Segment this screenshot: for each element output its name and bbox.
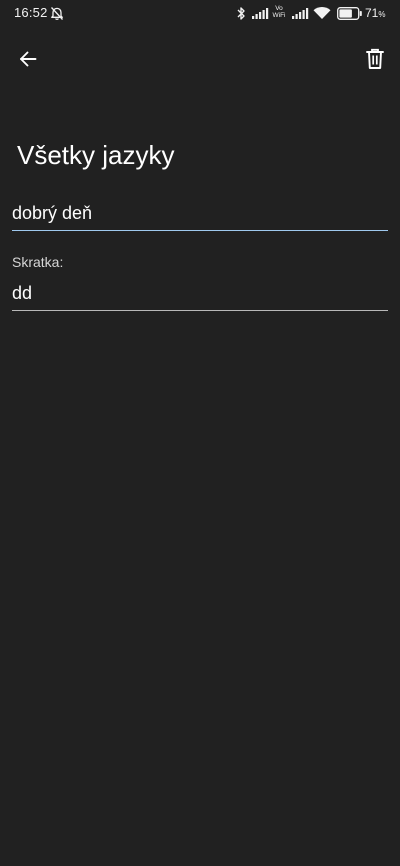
arrow-left-icon (20, 51, 37, 67)
mute-bell-icon (51, 7, 63, 20)
abbreviation-input[interactable] (12, 281, 388, 311)
vowifi-bottom-text: WiFi (272, 12, 286, 19)
signal-icon (252, 8, 269, 19)
status-time: 16:52 (14, 5, 48, 20)
vowifi-indicator: Vo WiFi (270, 5, 288, 19)
back-button[interactable] (8, 39, 48, 79)
abbreviation-label: Skratka: (12, 254, 64, 270)
battery-value: 71 (365, 6, 379, 20)
vowifi-top-text: Vo (275, 5, 283, 12)
signal-icon-2 (292, 8, 309, 19)
battery-percentage: 71% (365, 6, 385, 20)
page-title: Všetky jazyky (17, 140, 175, 170)
delete-button[interactable] (355, 39, 395, 79)
status-bar: 16:52 Vo WiFi 71% (0, 0, 400, 28)
battery-icon (337, 7, 362, 20)
phrase-input[interactable] (12, 200, 388, 231)
bluetooth-icon (237, 7, 245, 20)
battery-unit: % (378, 10, 386, 19)
wifi-icon (313, 7, 331, 19)
trash-icon (366, 48, 384, 69)
